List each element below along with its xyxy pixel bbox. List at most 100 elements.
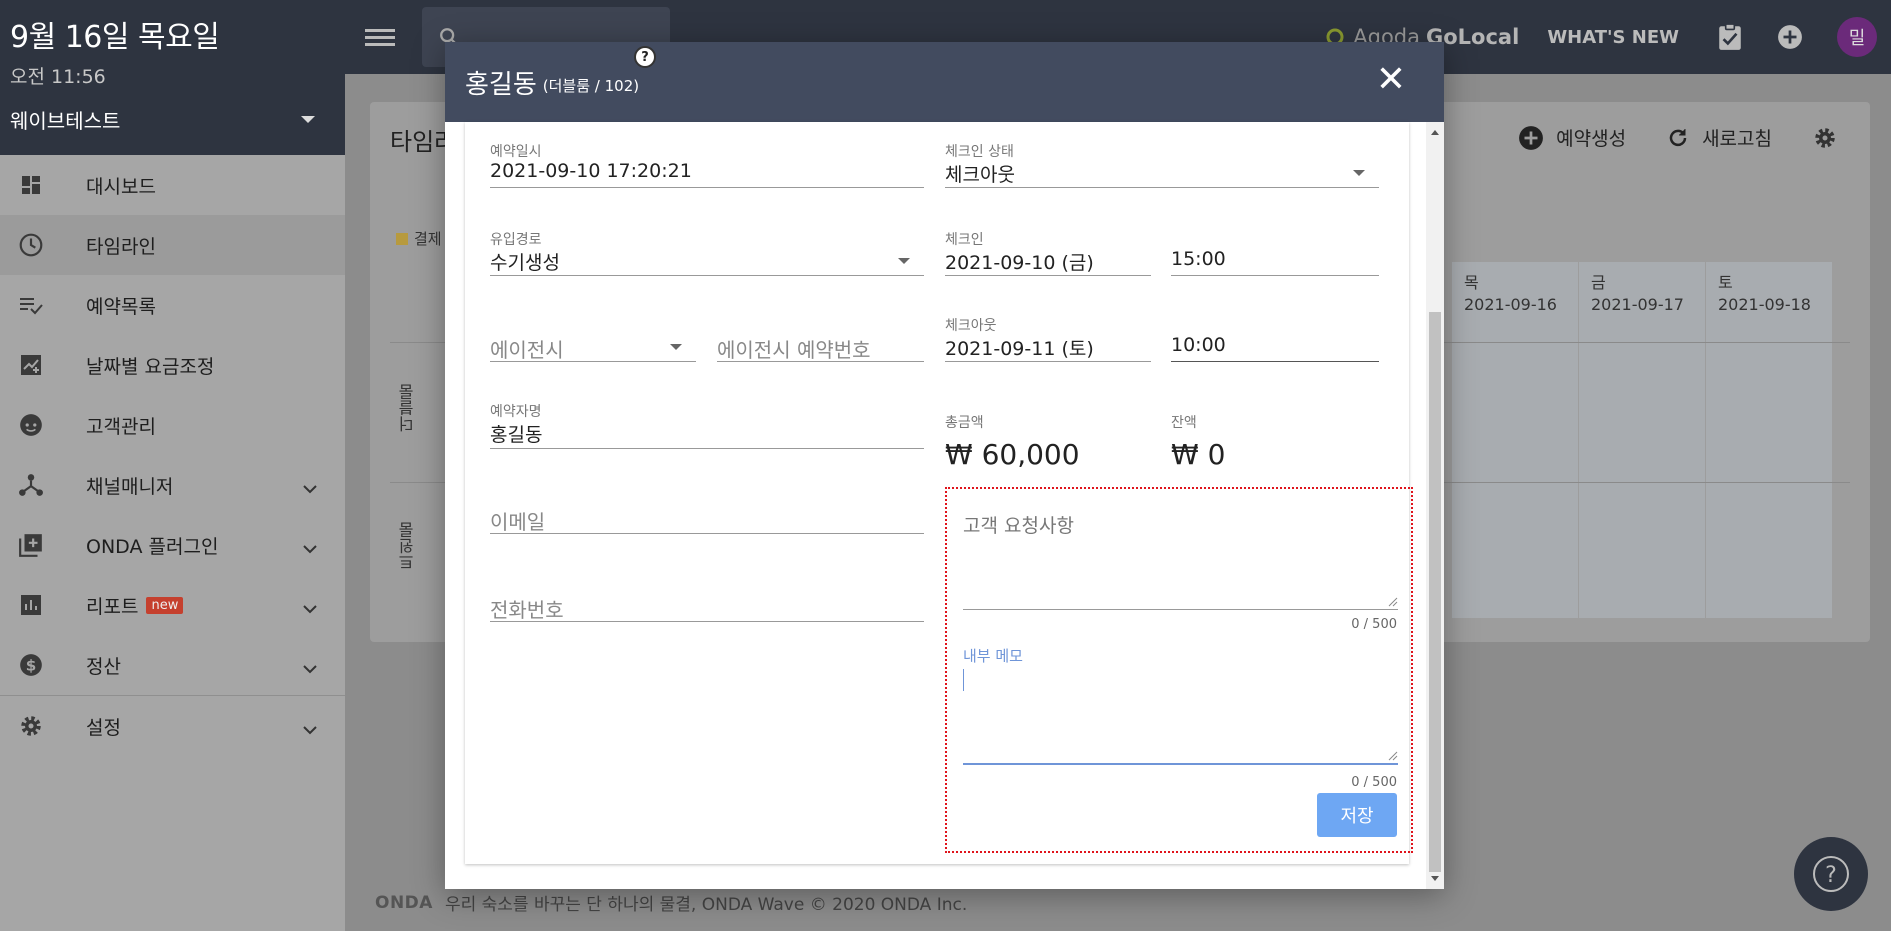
checkout-date-field[interactable]: 체크아웃 2021-09-11 (토) xyxy=(945,312,1151,362)
phone-input[interactable]: 전화번호 xyxy=(490,572,924,622)
checkout-time-field[interactable]: 10:00 xyxy=(1171,312,1379,362)
help-button[interactable]: ? xyxy=(1794,837,1868,911)
save-button[interactable]: 저장 xyxy=(1317,793,1397,837)
add-circle-icon[interactable] xyxy=(1777,24,1803,50)
email-input[interactable]: 이메일 xyxy=(490,484,924,534)
gear-icon xyxy=(18,713,44,739)
svg-text:$: $ xyxy=(26,656,37,674)
current-date: 9월 16일 목요일 xyxy=(10,20,220,55)
sidebar-item-label: 대시보드 xyxy=(86,175,156,198)
agency-select[interactable]: 에이전시 xyxy=(490,312,696,362)
customer-request-counter: 0 / 500 xyxy=(1351,617,1397,632)
internal-memo-counter: 0 / 500 xyxy=(1351,775,1397,790)
chevron-down-icon xyxy=(303,657,317,679)
checkin-status-select[interactable]: 체크인 상태 체크아웃 xyxy=(945,138,1379,188)
clipboard-check-icon[interactable] xyxy=(1717,23,1743,51)
checkin-label: 체크인 xyxy=(945,232,984,248)
timeline-days: 목 2021-09-16 금 2021-09-17 토 2021-09-18 xyxy=(1452,262,1833,618)
booker-label: 예약자명 xyxy=(490,404,542,420)
checkin-status-label: 체크인 상태 xyxy=(945,144,1014,160)
sidebar-item-reservations[interactable]: 예약목록 xyxy=(0,275,345,335)
sidebar-item-daily-rates[interactable]: 날짜별 요금조정 xyxy=(0,335,345,395)
room-info: (더블룸 / 102) xyxy=(542,76,640,95)
sidebar: 9월 16일 목요일 오전 11:56 웨이브테스트 대시보드 타임라인 예약목… xyxy=(0,0,345,931)
sidebar-item-onda-plugin[interactable]: ONDA 플러그인 xyxy=(0,515,345,575)
internal-memo-textarea[interactable] xyxy=(963,665,1398,761)
dashboard-icon xyxy=(18,172,44,198)
refresh-button[interactable]: 새로고침 xyxy=(1666,124,1772,151)
legend-label: 결제 xyxy=(414,230,442,248)
menu-icon[interactable] xyxy=(365,25,395,50)
sidebar-item-label: ONDA 플러그인 xyxy=(86,535,219,558)
sidebar-item-timeline[interactable]: 타임라인 xyxy=(0,215,345,275)
face-icon xyxy=(18,412,44,438)
checkin-time-value: 15:00 xyxy=(1171,248,1226,270)
sidebar-item-label: 예약목록 xyxy=(86,295,156,318)
booker-name-input[interactable]: 예약자명 홍길동 xyxy=(490,398,924,449)
create-booking-button[interactable]: 예약생성 xyxy=(1518,124,1626,151)
total-amount-value: ₩ 60,000 xyxy=(945,438,1080,471)
whats-new-link[interactable]: WHAT'S NEW xyxy=(1547,27,1679,48)
dropdown-arrow-icon xyxy=(670,344,682,350)
agency-booking-number-input[interactable]: 에이전시 예약번호 xyxy=(717,312,924,362)
sidebar-item-settlement[interactable]: $ 정산 xyxy=(0,635,345,695)
resize-handle-icon[interactable] xyxy=(1388,597,1398,607)
chevron-down-icon xyxy=(303,597,317,619)
booking-datetime-field: 예약일시 2021-09-10 17:20:21 xyxy=(490,138,924,188)
refresh-icon xyxy=(1669,128,1687,146)
booking-datetime-value: 2021-09-10 17:20:21 xyxy=(490,160,692,182)
total-amount-label: 총금액 xyxy=(945,415,984,431)
sidebar-item-report[interactable]: 리포트 new xyxy=(0,575,345,635)
scroll-down-icon[interactable] xyxy=(1431,876,1439,881)
email-placeholder: 이메일 xyxy=(490,510,546,534)
channel-select[interactable]: 유입경로 수기생성 xyxy=(490,226,924,276)
sidebar-item-settings[interactable]: 설정 xyxy=(0,696,345,756)
text-cursor xyxy=(963,669,964,691)
channel-label: 유입경로 xyxy=(490,232,542,248)
day-of-week: 토 xyxy=(1718,273,1733,292)
channel-value: 수기생성 xyxy=(490,252,560,274)
sidebar-item-label: 타임라인 xyxy=(86,235,156,258)
resize-handle-icon[interactable] xyxy=(1388,751,1398,761)
day-of-week: 금 xyxy=(1591,273,1606,292)
settings-button[interactable] xyxy=(1812,125,1850,151)
customer-request-textarea[interactable]: 고객 요청사항 xyxy=(963,511,1398,607)
sidebar-item-dashboard[interactable]: 대시보드 xyxy=(0,155,345,215)
day-date: 2021-09-17 xyxy=(1591,295,1684,314)
checkin-date-field[interactable]: 체크인 2021-09-10 (금) xyxy=(945,226,1151,276)
hub-icon xyxy=(18,472,44,498)
sidebar-item-channel-manager[interactable]: 채널매니저 xyxy=(0,455,345,515)
checkin-status-value: 체크아웃 xyxy=(945,164,1015,186)
chevron-down-icon xyxy=(303,537,317,559)
scroll-thumb[interactable] xyxy=(1429,312,1441,872)
sidebar-item-label: 고객관리 xyxy=(86,415,156,438)
help-icon[interactable]: ? xyxy=(634,46,656,68)
sidebar-item-customers[interactable]: 고객관리 xyxy=(0,395,345,455)
property-selector[interactable]: 웨이브테스트 xyxy=(10,105,335,134)
modal-scrollbar[interactable] xyxy=(1426,122,1444,889)
sidebar-item-label: 설정 xyxy=(86,716,121,739)
add-circle-icon xyxy=(1519,125,1544,150)
textarea-underline xyxy=(963,609,1398,610)
guest-name: 홍길동 xyxy=(465,69,537,100)
clock-icon xyxy=(18,232,44,258)
footer-text: 우리 숙소를 바꾸는 단 하나의 물결, ONDA Wave © 2020 ON… xyxy=(444,895,968,915)
add-box-icon xyxy=(18,532,44,558)
balance-value: ₩ 0 xyxy=(1171,438,1226,471)
checkout-label: 체크아웃 xyxy=(945,318,997,334)
agency-booking-number-placeholder: 에이전시 예약번호 xyxy=(717,338,871,362)
scroll-up-icon[interactable] xyxy=(1431,130,1439,135)
checkin-time-field[interactable]: 15:00 xyxy=(1171,226,1379,276)
day-date: 2021-09-16 xyxy=(1464,295,1557,314)
booker-value: 홍길동 xyxy=(490,424,543,446)
current-time: 오전 11:56 xyxy=(10,66,106,88)
avatar[interactable]: 밀 xyxy=(1837,17,1877,57)
modal-body: 예약일시 2021-09-10 17:20:21 체크인 상태 체크아웃 유입경… xyxy=(465,122,1413,864)
close-icon[interactable]: ✕ xyxy=(1376,62,1406,98)
internal-memo-label: 내부 메모 xyxy=(963,647,1023,665)
checkout-time-value: 10:00 xyxy=(1171,334,1226,356)
room-row-label: 트윈룸 xyxy=(398,522,417,570)
agency-placeholder: 에이전시 xyxy=(490,338,564,362)
modal-header: 홍길동 (더블룸 / 102) ? ✕ xyxy=(445,42,1444,122)
refresh-label: 새로고침 xyxy=(1702,128,1772,150)
